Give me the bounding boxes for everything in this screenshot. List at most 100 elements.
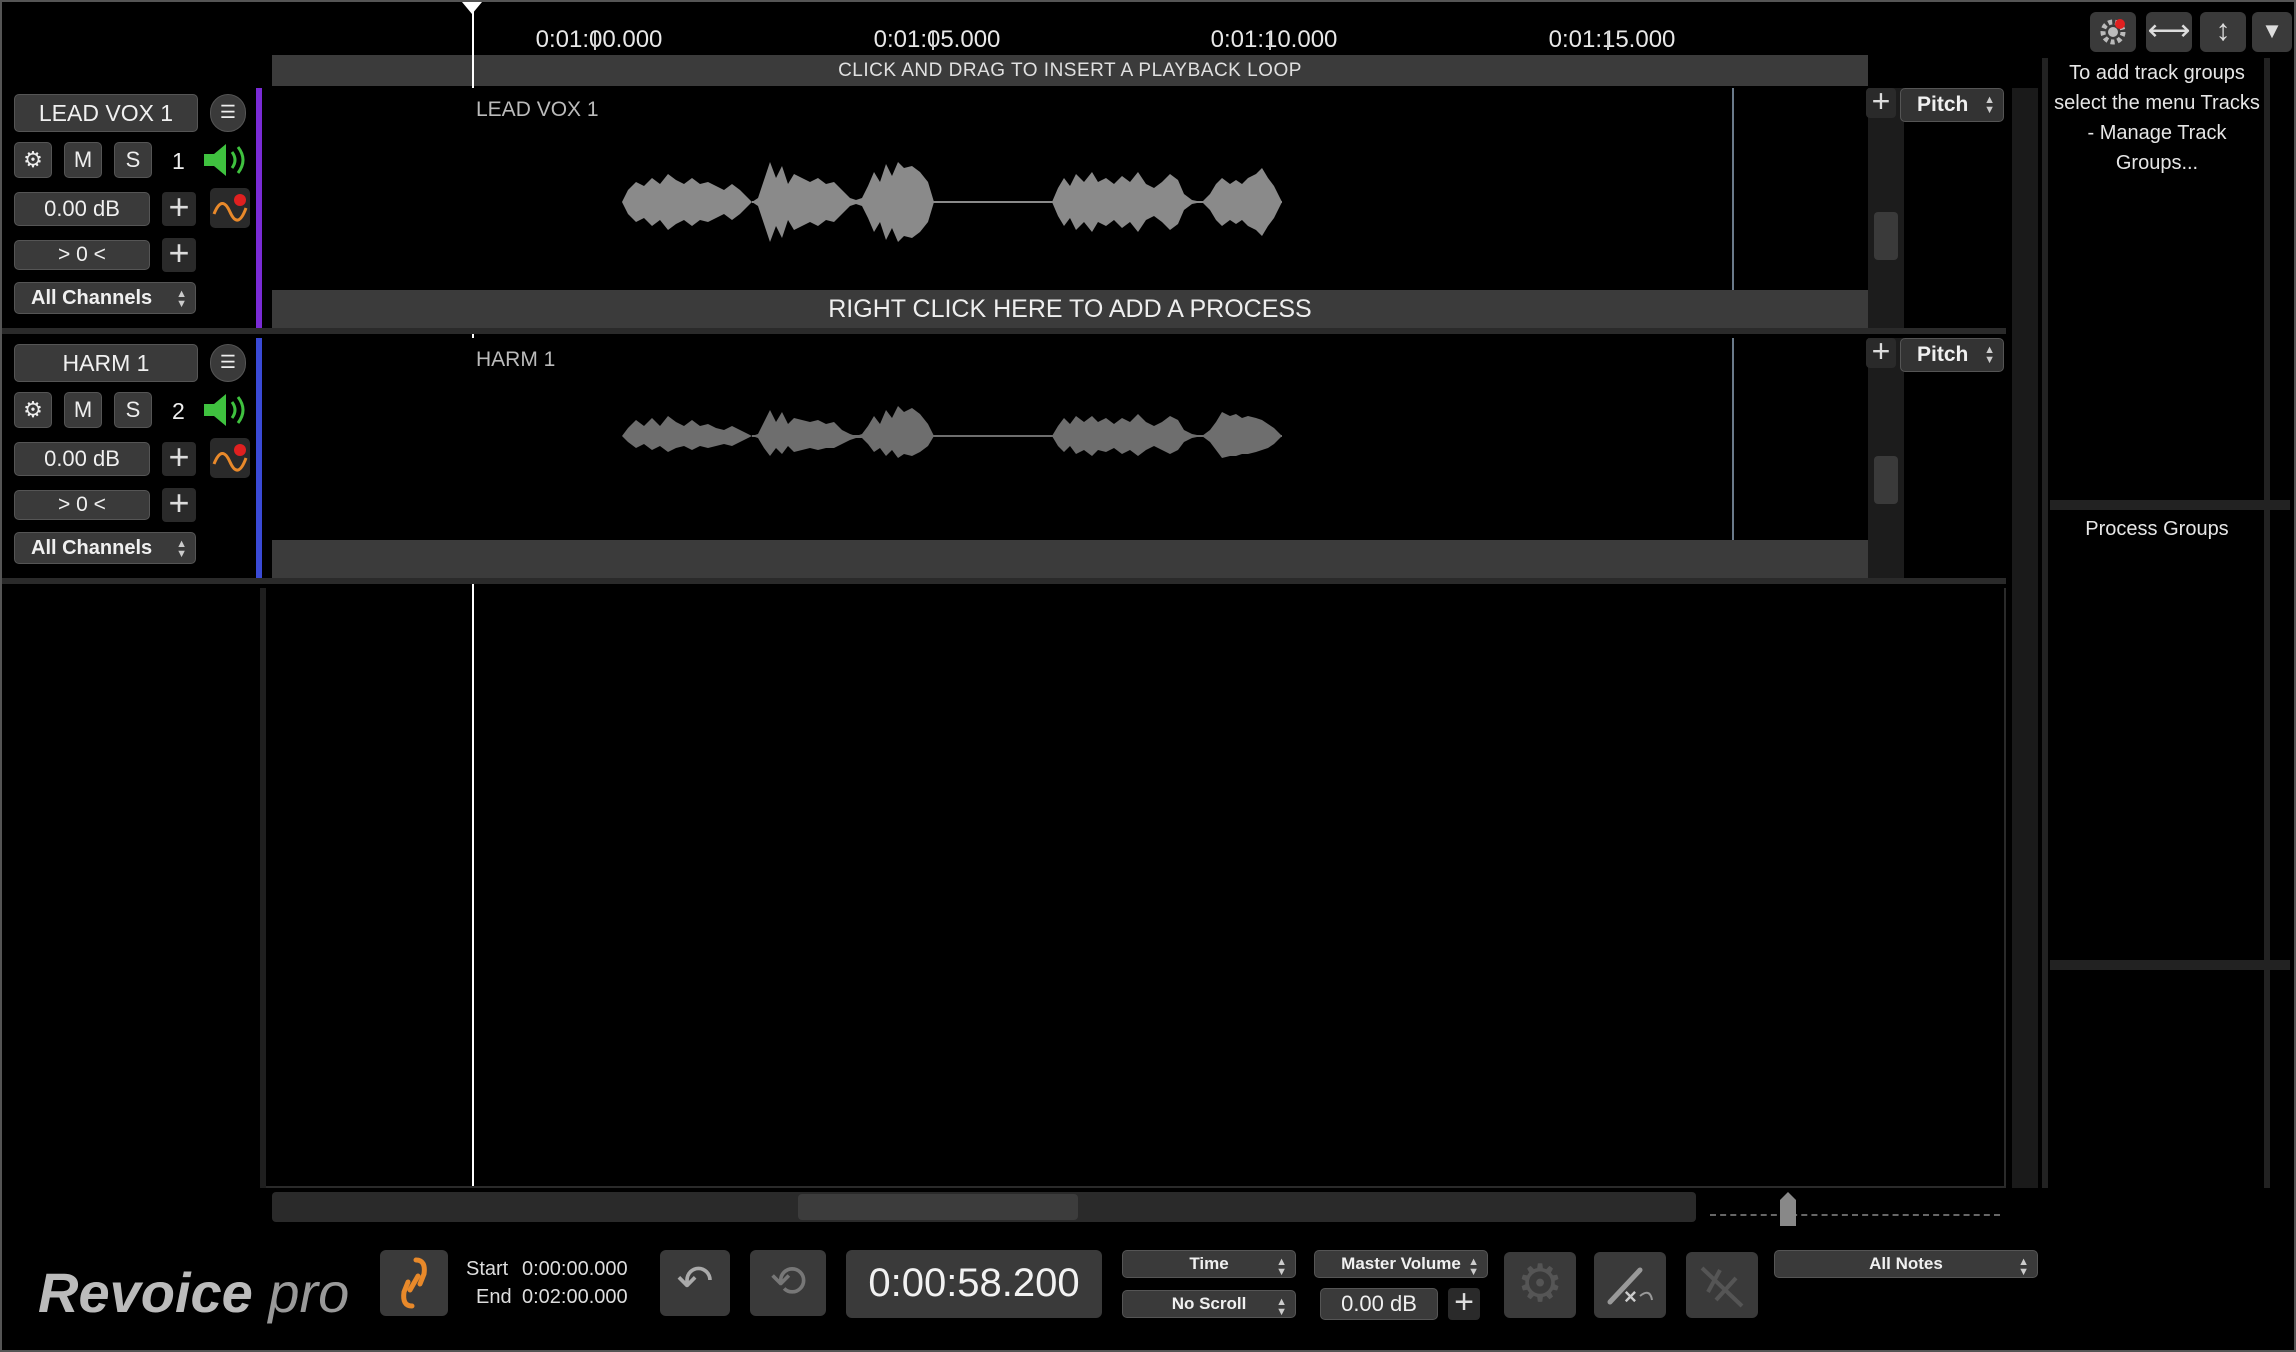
revoice-pro-window: 0:01:00.000 0:01:05.000 0:01:10.000 0:01… xyxy=(0,0,2296,1352)
mute-button[interactable]: M xyxy=(64,142,102,178)
horizontal-scroll-thumb[interactable] xyxy=(798,1194,1078,1220)
process-select-label: Pitch xyxy=(1917,93,1969,116)
zoom-slider-thumb[interactable] xyxy=(1776,1192,1800,1226)
undo-button[interactable]: ↶ xyxy=(660,1250,730,1316)
panel-splitter[interactable] xyxy=(2264,58,2270,1188)
track-color-bar xyxy=(256,88,262,328)
channels-select[interactable]: All Channels ▲ ▼ xyxy=(14,282,196,314)
process-select[interactable]: Pitch ▲ ▼ xyxy=(1900,88,2004,122)
waveform xyxy=(622,406,1282,458)
edit-tool-button[interactable]: × xyxy=(1594,1252,1666,1318)
notes-select-label: All Notes xyxy=(1869,1254,1943,1273)
track-groups-hint: To add track groups select the menu Trac… xyxy=(2054,62,2260,174)
select-arrows-icon: ▲ ▼ xyxy=(176,288,187,310)
scroll-mode-select[interactable]: No Scroll ▲ ▼ xyxy=(1122,1290,1296,1318)
loop-button[interactable]: ⟲ xyxy=(750,1250,826,1316)
timeline-ruler[interactable]: 0:01:00.000 0:01:05.000 0:01:10.000 0:01… xyxy=(270,2,1870,54)
solo-button[interactable]: S xyxy=(114,392,152,428)
master-volume-fader[interactable]: + xyxy=(1448,1285,1480,1320)
channels-select[interactable]: All Channels ▲ ▼ xyxy=(14,532,196,564)
pen-cross-icon: × xyxy=(1607,1267,1653,1309)
panel-divider[interactable] xyxy=(2050,960,2290,970)
zoom-slider-track[interactable] xyxy=(1710,1214,2000,1218)
speaker-icon[interactable] xyxy=(200,142,252,178)
vertical-scrollbar[interactable] xyxy=(2012,88,2038,1188)
panel-splitter[interactable] xyxy=(2042,58,2048,1188)
pan-slider-handle[interactable]: + xyxy=(162,485,196,522)
track-gain-field[interactable]: 0.00 dB xyxy=(14,442,150,476)
add-process-button[interactable]: + xyxy=(1866,335,1896,368)
track-gain-field[interactable]: 0.00 dB xyxy=(14,192,150,226)
ruler-label: 0:01:05.000 xyxy=(873,26,1001,53)
clip-end-marker xyxy=(1732,338,1734,540)
track-scroll[interactable] xyxy=(1868,88,1904,328)
start-label: Start xyxy=(466,1258,509,1280)
add-process-button[interactable]: + xyxy=(1866,85,1896,118)
plus-icon: + xyxy=(1871,333,1891,369)
gain-fader-handle[interactable]: + xyxy=(162,189,196,226)
record-enable-icon[interactable] xyxy=(210,438,250,478)
pan-field[interactable]: > 0 < xyxy=(14,490,150,520)
fader-icon: + xyxy=(168,482,190,523)
process-bar[interactable]: RIGHT CLICK HERE TO ADD A PROCESS xyxy=(272,290,1868,328)
playback-loop-bar[interactable]: CLICK AND DRAG TO INSERT A PLAYBACK LOOP xyxy=(272,55,1868,86)
vertical-zoom-button[interactable]: ↕ xyxy=(2200,12,2246,52)
channels-select-label: All Channels xyxy=(31,537,153,559)
ruler-label: 0:01:00.000 xyxy=(535,26,663,53)
arrows-vertical-icon: ↕ xyxy=(2215,14,2231,47)
select-arrows-icon: ▲ ▼ xyxy=(1276,1296,1287,1318)
transport-bar: Revoice pro Start 0:00:00.000 End 0:02:0… xyxy=(2,1242,2296,1352)
scroll-thumb[interactable] xyxy=(1874,212,1898,260)
pan-field[interactable]: > 0 < xyxy=(14,240,150,270)
clip-label: HARM 1 xyxy=(476,348,556,371)
gear-icon xyxy=(2100,19,2126,45)
master-volume-select[interactable]: Master Volume ▲ ▼ xyxy=(1314,1250,1488,1278)
start-value: 0:00:00.000 xyxy=(522,1258,628,1280)
solo-button[interactable]: S xyxy=(114,142,152,178)
notes-select[interactable]: All Notes ▲ ▼ xyxy=(1774,1250,2038,1278)
record-enable-icon[interactable] xyxy=(210,188,250,228)
select-arrows-icon: ▲ ▼ xyxy=(1468,1256,1479,1278)
chevron-down-icon: ▼ xyxy=(2261,18,2283,43)
master-volume-field[interactable]: 0.00 dB xyxy=(1320,1288,1438,1320)
track-height-button[interactable]: ☰ xyxy=(210,94,246,132)
track-settings-button[interactable]: ⚙ xyxy=(14,142,52,178)
app-logo: Revoice pro xyxy=(38,1260,349,1325)
track-color-bar xyxy=(256,338,262,578)
scroll-mode-label: No Scroll xyxy=(1171,1294,1247,1313)
track-number: 1 xyxy=(172,148,185,174)
track-height-button[interactable]: ☰ xyxy=(210,344,246,382)
settings-record-button[interactable] xyxy=(2090,12,2136,52)
gear-icon: ⚙ xyxy=(1516,1255,1564,1313)
process-bar[interactable] xyxy=(272,540,1868,578)
panel-menu-button[interactable]: ▼ xyxy=(2252,12,2292,52)
track-scroll[interactable] xyxy=(1868,338,1904,578)
horizontal-zoom-button[interactable]: ⟷ xyxy=(2146,12,2192,52)
mute-button[interactable]: M xyxy=(64,392,102,428)
track-lane[interactable]: LEAD VOX 1 xyxy=(272,88,1868,290)
fader-icon: + xyxy=(168,232,190,273)
svg-text:×: × xyxy=(1624,1284,1637,1309)
panel-divider[interactable] xyxy=(2050,500,2290,510)
ruler-tick xyxy=(594,32,596,50)
select-arrows-icon: ▲ ▼ xyxy=(1984,344,1995,366)
pan-slider-handle[interactable]: + xyxy=(162,235,196,272)
empty-track-area[interactable] xyxy=(266,588,2006,1188)
track-name-button[interactable]: HARM 1 xyxy=(14,344,198,382)
gain-fader-handle[interactable]: + xyxy=(162,439,196,476)
speaker-icon[interactable] xyxy=(200,392,252,428)
processing-settings-button[interactable]: ⚙ xyxy=(1504,1252,1576,1318)
track-settings-button[interactable]: ⚙ xyxy=(14,392,52,428)
process-select[interactable]: Pitch ▲ ▼ xyxy=(1900,338,2004,372)
time-mode-select[interactable]: Time ▲ ▼ xyxy=(1122,1250,1296,1278)
process-select-label: Pitch xyxy=(1917,343,1969,366)
ruler-tick xyxy=(1269,32,1271,50)
track-lane[interactable]: HARM 1 xyxy=(272,338,1868,540)
link-button[interactable] xyxy=(380,1250,448,1316)
scroll-thumb[interactable] xyxy=(1874,456,1898,504)
track-name-button[interactable]: LEAD VOX 1 xyxy=(14,94,198,132)
track-divider xyxy=(2,578,2006,584)
horizontal-scrollbar[interactable] xyxy=(272,1192,1696,1222)
ruler-tick xyxy=(1607,32,1609,50)
mute-playback-button[interactable] xyxy=(1686,1252,1758,1318)
